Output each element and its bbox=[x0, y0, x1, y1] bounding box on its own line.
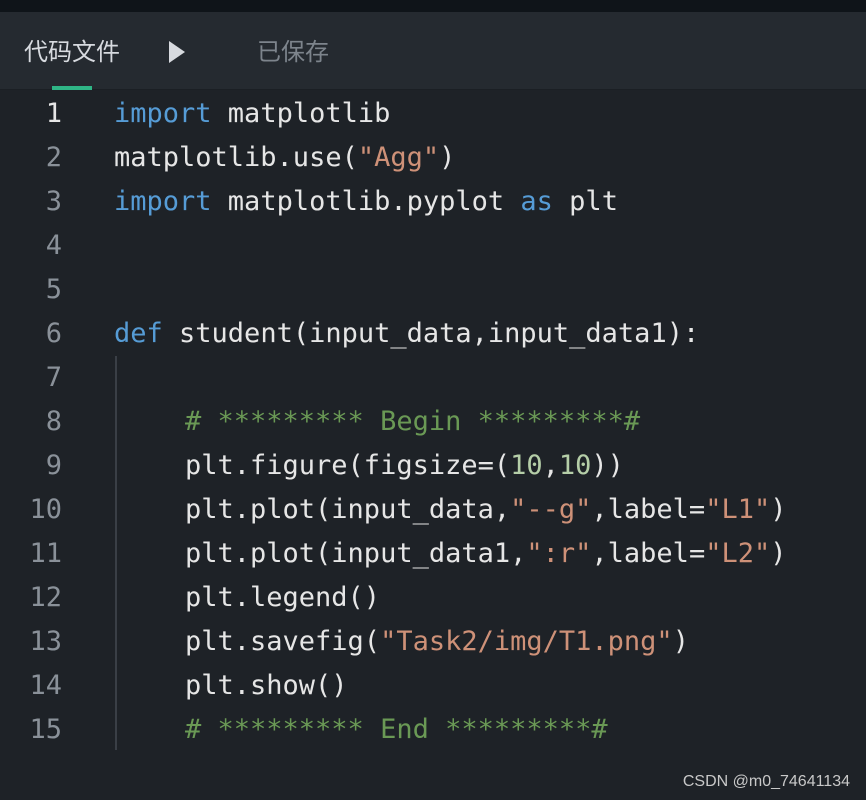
code-token: 10 bbox=[510, 450, 543, 481]
code-text: plt.savefig("Task2/img/T1.png") bbox=[185, 624, 689, 660]
watermark: CSDN @m0_74641134 bbox=[682, 773, 850, 790]
code-token: 10 bbox=[558, 450, 592, 481]
line-number: 15 bbox=[29, 714, 62, 745]
code-token: "L2" bbox=[705, 538, 771, 569]
code-line[interactable]: 11 plt.plot(input_data1,":r",label="L2") bbox=[0, 532, 866, 576]
code-token: matplotlib.pyplot bbox=[211, 186, 521, 217]
code-token: plt.legend() bbox=[185, 582, 381, 613]
code-line[interactable]: 13 plt.savefig("Task2/img/T1.png") bbox=[0, 620, 866, 664]
code-text: plt.legend() bbox=[185, 580, 380, 616]
line-number: 4 bbox=[45, 230, 62, 261]
code-token: as bbox=[520, 186, 553, 217]
code-line[interactable]: 3 import matplotlib.pyplot as plt bbox=[0, 180, 866, 224]
code-token: ,label= bbox=[591, 494, 706, 525]
code-token: ":r" bbox=[526, 538, 592, 569]
code-text: plt.plot(input_data,"--g",label="L1") bbox=[185, 492, 786, 528]
code-token: plt.figure(figsize=( bbox=[185, 450, 511, 481]
code-line[interactable]: 14 plt.show() bbox=[0, 664, 866, 708]
code-token: plt.plot(input_data1, bbox=[185, 538, 527, 569]
code-text: plt.plot(input_data1,":r",label="L2") bbox=[185, 536, 787, 572]
code-text: matplotlib.use("Agg") bbox=[114, 140, 455, 176]
code-token: "--g" bbox=[510, 494, 592, 525]
code-token: "Agg" bbox=[357, 142, 440, 173]
line-number: 8 bbox=[45, 406, 62, 437]
code-line[interactable]: 4 bbox=[0, 224, 866, 268]
code-token: # ********* End *********# bbox=[185, 714, 608, 745]
line-number: 2 bbox=[45, 142, 62, 173]
editor-tab-bar: 代码文件 已保存 bbox=[0, 12, 866, 90]
line-number: 11 bbox=[29, 538, 62, 569]
line-number: 3 bbox=[45, 186, 62, 217]
code-token: plt.savefig( bbox=[185, 626, 381, 657]
code-line[interactable]: 15 # ********* End *********# bbox=[0, 708, 866, 752]
line-number: 7 bbox=[45, 362, 62, 393]
code-token: plt.show() bbox=[185, 670, 348, 701]
play-icon[interactable] bbox=[166, 38, 190, 66]
code-token: matplotlib.use( bbox=[114, 142, 358, 173]
code-line[interactable]: 1 import matplotlib bbox=[0, 92, 866, 136]
code-token: student(input_data,input_data1): bbox=[162, 318, 700, 349]
line-number: 13 bbox=[29, 626, 62, 657]
save-status: 已保存 bbox=[257, 38, 329, 66]
code-token: )) bbox=[591, 450, 624, 481]
line-number: 6 bbox=[45, 318, 62, 349]
code-text: import matplotlib bbox=[114, 96, 390, 132]
code-token: ) bbox=[439, 142, 456, 173]
line-number: 12 bbox=[29, 582, 62, 613]
code-line[interactable]: 7 bbox=[0, 356, 866, 400]
code-token: plt.plot(input_data, bbox=[185, 494, 511, 525]
code-token: ) bbox=[672, 626, 689, 657]
top-strip bbox=[0, 0, 866, 12]
code-token: import bbox=[114, 98, 212, 129]
code-token: import bbox=[114, 186, 212, 217]
code-line[interactable]: 10 plt.plot(input_data,"--g",label="L1") bbox=[0, 488, 866, 532]
code-line[interactable]: 8 # ********* Begin *********# bbox=[0, 400, 866, 444]
code-line[interactable]: 12 plt.legend() bbox=[0, 576, 866, 620]
tab-code-file[interactable]: 代码文件 bbox=[24, 36, 120, 68]
code-token: ) bbox=[770, 538, 787, 569]
code-text: def student(input_data,input_data1): bbox=[114, 316, 699, 352]
line-number: 5 bbox=[45, 274, 62, 305]
code-line[interactable]: 5 bbox=[0, 268, 866, 312]
line-number: 14 bbox=[29, 670, 62, 701]
code-token: ,label= bbox=[591, 538, 706, 569]
code-token: def bbox=[114, 318, 163, 349]
code-text: plt.figure(figsize=(10,10)) bbox=[185, 448, 624, 484]
code-text: # ********* End *********# bbox=[185, 712, 608, 748]
line-number: 10 bbox=[29, 494, 62, 525]
code-token: ) bbox=[770, 494, 787, 525]
code-editor[interactable]: 1 import matplotlib 2 matplotlib.use("Agg")… bbox=[0, 90, 866, 800]
code-line[interactable]: 9 plt.figure(figsize=(10,10)) bbox=[0, 444, 866, 488]
line-number: 1 bbox=[45, 98, 62, 129]
code-text: # ********* Begin *********# bbox=[185, 404, 640, 440]
code-text: import matplotlib.pyplot as plt bbox=[114, 184, 618, 220]
code-line[interactable]: 6 def student(input_data,input_data1): bbox=[0, 312, 866, 356]
code-text: plt.show() bbox=[185, 668, 348, 704]
line-number: 9 bbox=[45, 450, 62, 481]
code-token: "Task2/img/T1.png" bbox=[380, 626, 673, 657]
code-token: , bbox=[542, 450, 559, 481]
code-token: # ********* Begin *********# bbox=[185, 406, 641, 437]
code-token: matplotlib bbox=[211, 98, 391, 129]
code-token: plt bbox=[552, 186, 618, 217]
code-line[interactable]: 2 matplotlib.use("Agg") bbox=[0, 136, 866, 180]
code-token: "L1" bbox=[705, 494, 771, 525]
